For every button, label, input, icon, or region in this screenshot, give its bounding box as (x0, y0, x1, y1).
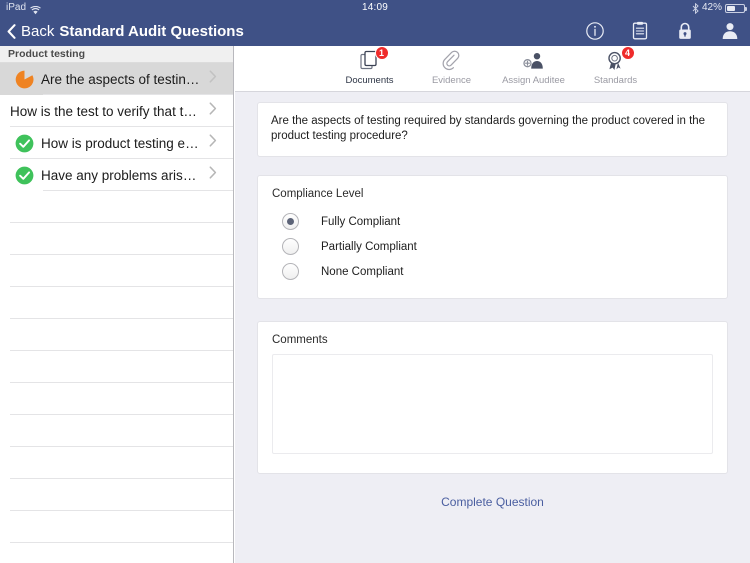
tab-assign-auditee[interactable]: Assign Auditee (493, 46, 575, 92)
complete-question-button[interactable]: Complete Question (441, 495, 544, 509)
sidebar-item-question-1[interactable]: Are the aspects of testing... (0, 63, 233, 95)
check-circle-icon (8, 134, 41, 153)
comments-title: Comments (272, 334, 328, 346)
question-detail-pane: 1 Documents Evidence Assign Auditee 4 St… (235, 46, 750, 563)
sidebar-item-label: How is the test to verify that the... (10, 103, 209, 119)
radio-option-none-compliant[interactable]: None Compliant (272, 259, 713, 284)
comments-input[interactable] (272, 354, 713, 454)
paperclip-icon (442, 49, 462, 73)
radio-button[interactable] (282, 238, 299, 255)
sidebar-item-label: Have any problems arisen f... (41, 167, 209, 183)
tab-bar: 1 Documents Evidence Assign Auditee 4 St… (235, 46, 750, 92)
list-item (0, 479, 233, 511)
list-item (0, 447, 233, 479)
question-text: Are the aspects of testing required by s… (271, 115, 706, 142)
tab-label: Documents (345, 75, 394, 86)
sidebar-item-question-2[interactable]: How is the test to verify that the... (0, 95, 233, 127)
compliance-level-card: Compliance Level Fully Compliant Partial… (257, 175, 728, 299)
list-item (0, 191, 233, 223)
radio-label: Partially Compliant (321, 240, 417, 253)
tab-label: Assign Auditee (502, 75, 565, 86)
radio-label: None Compliant (321, 265, 404, 278)
tab-label: Evidence (431, 75, 472, 86)
lock-icon[interactable] (675, 21, 695, 41)
sidebar-item-question-3[interactable]: How is product testing evi... (0, 127, 233, 159)
pie-progress-icon (8, 70, 41, 89)
list-item (0, 255, 233, 287)
battery-percent-label: 42% (701, 2, 722, 13)
bluetooth-icon (692, 2, 699, 14)
navbar-actions (585, 16, 740, 46)
list-item (0, 319, 233, 351)
documents-icon: 1 (359, 46, 389, 73)
list-item (0, 415, 233, 447)
tab-label: Standards (593, 75, 638, 86)
sidebar-empty-rows (0, 191, 233, 543)
sidebar-item-label: Are the aspects of testing... (41, 71, 205, 87)
sidebar-section-header: Product testing (0, 46, 233, 63)
battery-icon (725, 3, 747, 13)
radio-option-partially-compliant[interactable]: Partially Compliant (272, 234, 713, 259)
app-screen: iPad 14:09 42% Back Standard Audit Quest… (0, 0, 750, 563)
radio-button[interactable] (282, 263, 299, 280)
info-icon[interactable] (585, 21, 605, 41)
tab-standards[interactable]: 4 Standards (575, 46, 657, 92)
status-bar: iPad 14:09 42% (0, 0, 750, 16)
award-ribbon-icon: 4 (606, 46, 635, 73)
chevron-right-icon (209, 134, 227, 152)
navigation-bar: Back Standard Audit Questions (0, 16, 750, 46)
chevron-right-icon (209, 166, 227, 184)
compliance-level-title: Compliance Level (272, 188, 364, 200)
list-item (0, 511, 233, 543)
question-card: Are the aspects of testing required by s… (257, 102, 728, 157)
sidebar-item-question-4[interactable]: Have any problems arisen f... (0, 159, 233, 191)
back-button-label: Back (21, 22, 55, 40)
user-icon[interactable] (720, 21, 740, 41)
tab-documents[interactable]: 1 Documents (329, 46, 411, 92)
badge-count: 1 (374, 46, 389, 60)
comments-card: Comments (257, 321, 728, 474)
questions-sidebar: Product testing Are the aspects of testi… (0, 46, 234, 563)
list-item (0, 287, 233, 319)
list-item (0, 351, 233, 383)
page-title: Standard Audit Questions (59, 22, 244, 40)
radio-option-fully-compliant[interactable]: Fully Compliant (272, 209, 713, 234)
complete-question-wrap: Complete Question (235, 493, 750, 511)
radio-button[interactable] (282, 213, 299, 230)
chevron-right-icon (209, 102, 227, 120)
radio-label: Fully Compliant (321, 215, 401, 228)
chevron-right-icon (209, 70, 227, 88)
detail-scroll-area: Are the aspects of testing required by s… (235, 102, 750, 511)
check-circle-icon (8, 166, 41, 185)
sidebar-item-label: How is product testing evi... (41, 135, 207, 151)
clipboard-icon[interactable] (630, 21, 650, 41)
status-bar-clock: 14:09 (361, 2, 389, 13)
tab-evidence[interactable]: Evidence (411, 46, 493, 92)
list-item (0, 223, 233, 255)
chevron-left-icon (7, 23, 16, 39)
back-button[interactable]: Back Standard Audit Questions (7, 16, 244, 46)
badge-count: 4 (620, 46, 635, 60)
status-bar-right: 42% (692, 0, 747, 16)
list-item (0, 383, 233, 415)
assign-auditee-icon (522, 49, 546, 73)
